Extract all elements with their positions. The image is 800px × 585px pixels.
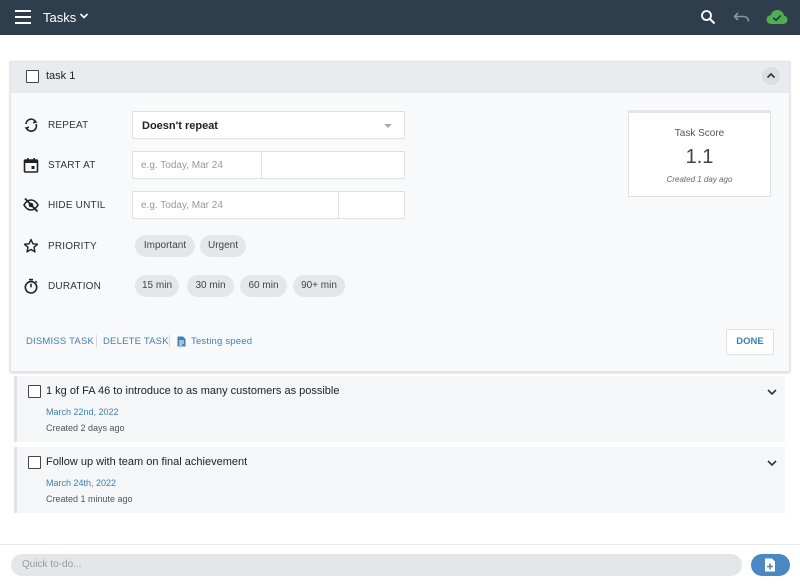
quick-todo-input[interactable]: Quick to-do... [11,554,742,576]
task-score-created: Created 1 day ago [666,175,733,184]
hide-until-label: HIDE UNTIL [48,200,106,211]
priority-chip-important[interactable]: Important [135,235,195,257]
task-edit-card: task 1 REPEAT Doesn't repeat START AT e.… [10,61,790,372]
done-button[interactable]: DONE [726,329,774,355]
page-title[interactable]: Tasks [43,10,76,25]
chevron-down-icon[interactable] [766,386,778,398]
top-bar: Tasks [0,0,800,35]
document-add-icon [765,558,775,572]
undo-icon[interactable] [733,10,751,24]
chevron-down-icon[interactable] [766,457,778,469]
hide-until-date-input[interactable]: e.g. Today, Mar 24 [132,191,340,219]
menu-icon[interactable] [15,10,31,24]
caret-down-icon [384,124,392,128]
duration-chip-15[interactable]: 15 min [135,275,179,297]
duration-chip-60[interactable]: 60 min [240,275,287,297]
task-created: Created 1 minute ago [46,494,133,504]
add-task-button[interactable] [751,554,790,576]
delete-task-button[interactable]: DELETE TASK [103,336,169,347]
duration-chip-30[interactable]: 30 min [187,275,234,297]
collapse-button[interactable] [762,67,780,85]
duration-chip-90[interactable]: 90+ min [293,275,345,297]
repeat-value: Doesn't repeat [142,120,218,132]
note-link[interactable]: Testing speed [191,336,252,347]
divider [0,544,800,545]
divider [96,335,97,347]
task-edit-header: task 1 [11,62,789,93]
task-score-label: Task Score [674,128,725,139]
task-title[interactable]: Follow up with team on final achievement [46,456,247,468]
list-item[interactable]: 1 kg of FA 46 to introduce to as many cu… [14,376,785,442]
start-date-input[interactable]: e.g. Today, Mar 24 [132,151,262,179]
cloud-check-icon[interactable] [766,9,788,25]
priority-chip-urgent[interactable]: Urgent [200,235,246,257]
task-created: Created 2 days ago [46,423,125,433]
task-checkbox[interactable] [28,456,41,469]
task-checkbox[interactable] [28,385,41,398]
task-score-panel: Task Score 1.1 Created 1 day ago [628,110,771,197]
repeat-icon [24,118,38,132]
chevron-up-icon [766,72,776,79]
task-title[interactable]: 1 kg of FA 46 to introduce to as many cu… [46,385,340,397]
dismiss-task-button[interactable]: DISMISS TASK [26,336,94,347]
priority-label: PRIORITY [48,241,97,252]
calendar-icon [23,158,39,173]
star-icon [23,238,39,253]
eye-off-icon [23,197,39,213]
task-date: March 24th, 2022 [46,478,117,488]
repeat-label: REPEAT [48,120,89,131]
task-title[interactable]: task 1 [46,70,75,82]
duration-label: DURATION [48,281,102,292]
list-item[interactable]: Follow up with team on final achievement… [14,447,785,513]
divider [169,335,170,347]
document-icon [177,336,186,347]
task-score-value: 1.1 [685,146,714,168]
task-date: March 22nd, 2022 [46,407,119,417]
start-at-label: START AT [48,160,96,171]
chevron-down-icon[interactable] [79,11,89,21]
search-icon[interactable] [700,9,716,25]
task-checkbox[interactable] [26,70,39,83]
hide-until-time-input[interactable] [338,191,405,219]
start-time-input[interactable] [261,151,405,179]
stopwatch-icon [24,278,38,294]
repeat-select[interactable]: Doesn't repeat [132,111,405,139]
